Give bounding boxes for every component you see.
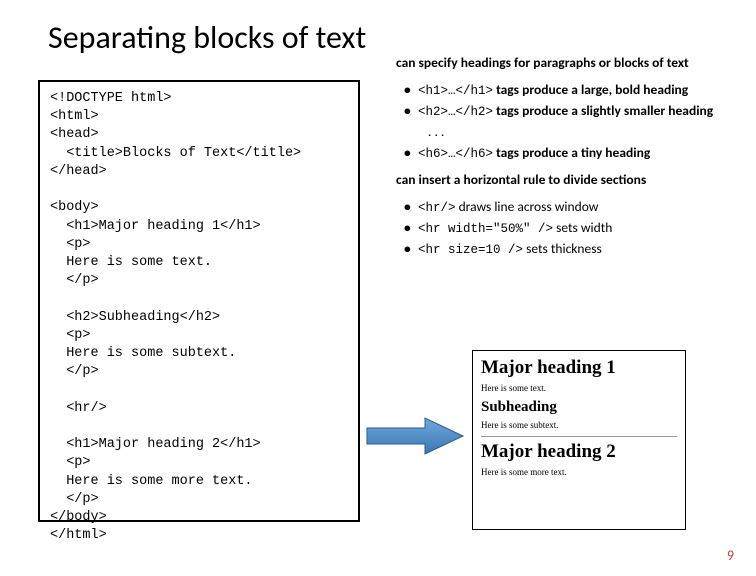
code-h1: <h1>…</h1>	[418, 84, 493, 98]
arrow-icon	[365, 416, 465, 456]
preview-text-2: Here is some subtext.	[481, 420, 677, 430]
text-hr-size: sets thickness	[523, 240, 602, 257]
rendered-preview-box: Major heading 1 Here is some text. Subhe…	[472, 350, 686, 530]
preview-subheading: Subheading	[481, 399, 677, 416]
preview-heading-1b: Major heading 2	[481, 441, 677, 463]
text-h1: tags produce a large, bold heading	[493, 81, 688, 98]
code-h6: <h6>…</h6>	[418, 147, 493, 161]
bullet-h1: <h1>…</h1> tags produce a large, bold he…	[418, 81, 736, 98]
hr-list: <hr/> draws line across window <hr width…	[396, 198, 736, 257]
bullet-h2: <h2>…</h2> tags produce a slightly small…	[418, 102, 736, 119]
text-h6: tags produce a tiny heading	[493, 144, 650, 161]
bullet-h6: <h6>…</h6> tags produce a tiny heading	[418, 144, 736, 161]
code-hr-size: <hr size=10 />	[418, 243, 523, 257]
preview-text-3: Here is some more text.	[481, 467, 677, 477]
page-number: 9	[727, 547, 734, 564]
preview-heading-1a: Major heading 1	[481, 357, 677, 379]
hr-intro: can insert a horizontal rule to divide s…	[396, 171, 736, 188]
preview-text-1: Here is some text.	[481, 383, 677, 393]
text-hr-width: sets width	[553, 219, 612, 236]
bullet-hr-basic: <hr/> draws line across window	[418, 198, 736, 215]
headings-intro: can specify headings for paragraphs or b…	[396, 54, 736, 71]
headings-list: <h1>…</h1> tags produce a large, bold he…	[396, 81, 736, 161]
code-hr: <hr/>	[418, 201, 456, 215]
code-example-box: <!DOCTYPE html> <html> <head> <title>Blo…	[38, 80, 360, 522]
code-h2: <h2>…</h2>	[418, 105, 493, 119]
code-hr-width: <hr width="50%" />	[418, 222, 553, 236]
explanation-column: can specify headings for paragraphs or b…	[396, 54, 736, 267]
bullet-hr-width: <hr width="50%" /> sets width	[418, 219, 736, 236]
text-hr: draws line across window	[456, 198, 599, 215]
text-h2: tags produce a slightly smaller heading	[493, 102, 713, 119]
preview-hr	[481, 436, 677, 437]
bullet-hr-size: <hr size=10 /> sets thickness	[418, 240, 736, 257]
slide-title: Separating blocks of text	[48, 18, 366, 57]
ellipsis: . . .	[418, 123, 736, 140]
